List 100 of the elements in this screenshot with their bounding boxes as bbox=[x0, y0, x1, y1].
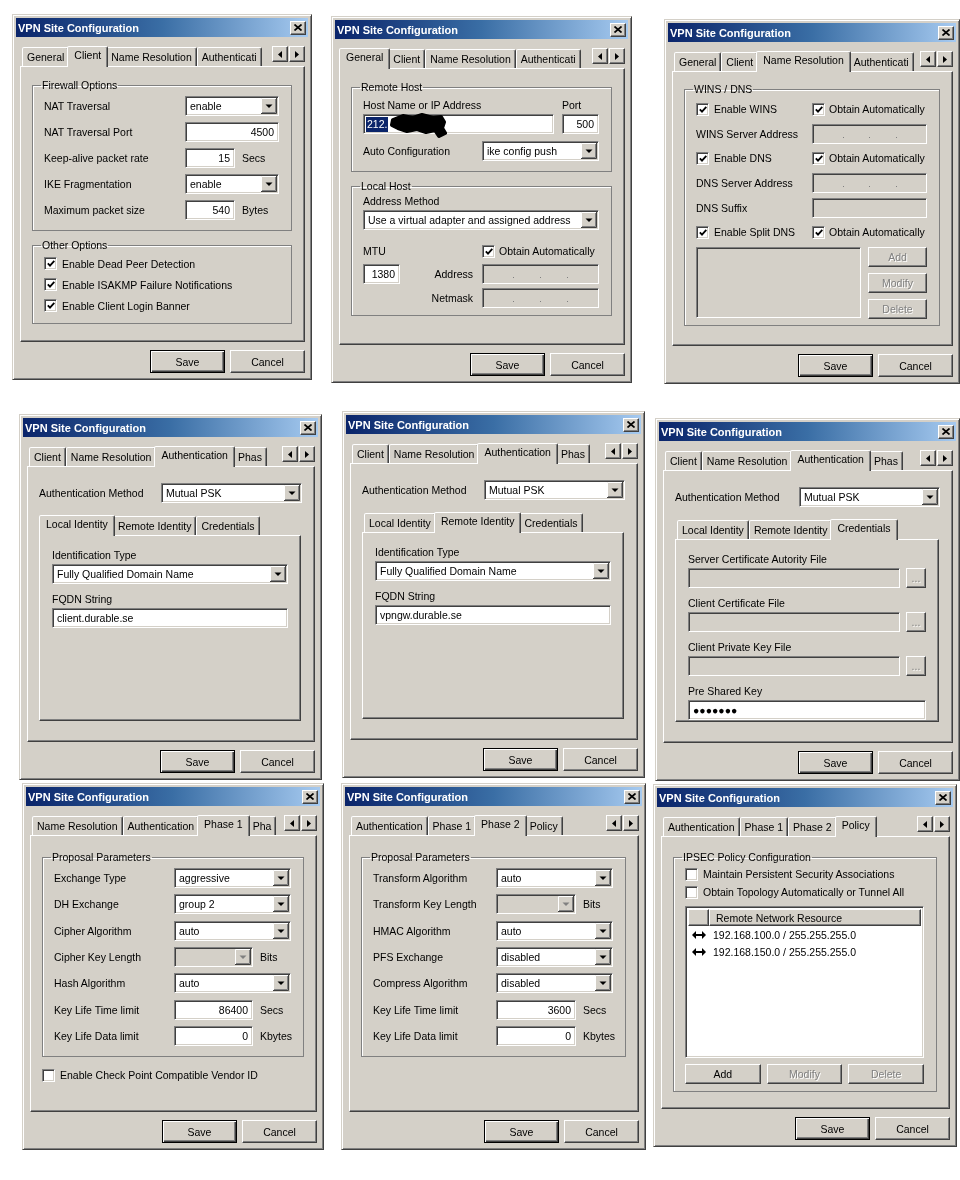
scroll-right-button[interactable] bbox=[622, 443, 638, 459]
dialog-button[interactable]: Cancel bbox=[878, 751, 953, 774]
tab[interactable]: Authenticati bbox=[196, 47, 262, 66]
tab[interactable]: Credentials bbox=[519, 513, 583, 532]
dropdown[interactable]: Fully Qualified Domain Name bbox=[52, 564, 288, 584]
close-button[interactable] bbox=[300, 420, 316, 435]
tab[interactable]: Name Resolution bbox=[32, 816, 123, 835]
text-field[interactable]: 1380 bbox=[363, 264, 400, 284]
checkbox[interactable] bbox=[696, 102, 709, 116]
scroll-right-button[interactable] bbox=[934, 816, 950, 832]
dropdown[interactable]: Mutual PSK bbox=[799, 487, 940, 507]
tab[interactable]: Client bbox=[721, 52, 759, 71]
dialog-button[interactable]: Cancel bbox=[563, 748, 638, 771]
scroll-left-button[interactable] bbox=[605, 443, 621, 459]
tab[interactable]: Authentication bbox=[122, 816, 200, 835]
dropdown[interactable]: Use a virtual adapter and assigned address bbox=[363, 210, 599, 230]
tab[interactable]: Authentication bbox=[790, 450, 871, 471]
tab[interactable]: Name Resolution bbox=[756, 51, 851, 72]
checkbox[interactable] bbox=[44, 278, 57, 291]
close-button[interactable] bbox=[938, 424, 954, 439]
checkbox[interactable] bbox=[812, 152, 825, 165]
tab[interactable]: Local Identity bbox=[39, 515, 115, 536]
dialog-button[interactable]: Save bbox=[150, 350, 225, 373]
text-field[interactable]: ●●●●●●● bbox=[688, 700, 926, 720]
scroll-left-button[interactable] bbox=[592, 48, 608, 64]
dropdown[interactable]: Mutual PSK bbox=[484, 480, 625, 500]
checkbox[interactable] bbox=[42, 1068, 55, 1082]
checkbox[interactable] bbox=[696, 152, 709, 165]
scroll-left-button[interactable] bbox=[920, 450, 936, 466]
dropdown[interactable]: auto bbox=[496, 920, 613, 941]
tab[interactable]: Name Resolution bbox=[106, 47, 197, 66]
tab[interactable]: Authenticati bbox=[515, 49, 581, 68]
text-field[interactable]: 540 bbox=[185, 200, 235, 220]
scroll-left-button[interactable] bbox=[272, 46, 288, 62]
tab[interactable]: Authentication bbox=[351, 816, 428, 835]
dialog-button[interactable]: Save bbox=[798, 354, 873, 377]
list-action-button[interactable]: Add bbox=[685, 1064, 761, 1084]
close-button[interactable] bbox=[938, 25, 954, 40]
dialog-button[interactable]: Cancel bbox=[875, 1117, 950, 1140]
list-item[interactable]: 192.168.150.0 / 255.255.255.0 bbox=[713, 945, 857, 958]
scroll-left-button[interactable] bbox=[282, 446, 298, 462]
text-field[interactable]: 86400 bbox=[174, 999, 253, 1020]
close-button[interactable] bbox=[610, 22, 626, 37]
tab[interactable]: Name Resolution bbox=[388, 444, 480, 463]
dialog-button[interactable]: Cancel bbox=[242, 1120, 317, 1143]
tab[interactable]: Policy bbox=[834, 816, 877, 837]
checkbox[interactable] bbox=[685, 885, 698, 899]
dropdown[interactable]: auto bbox=[174, 973, 291, 994]
close-button[interactable] bbox=[623, 417, 639, 432]
checkbox[interactable] bbox=[44, 299, 57, 312]
tab[interactable]: General bbox=[674, 52, 722, 71]
checkbox[interactable] bbox=[685, 867, 698, 881]
scroll-right-button[interactable] bbox=[623, 815, 639, 831]
tab[interactable]: Authentication bbox=[663, 817, 740, 836]
text-field[interactable]: client.durable.se bbox=[52, 608, 288, 628]
tab[interactable]: Client bbox=[665, 451, 702, 470]
tab[interactable]: Client bbox=[29, 447, 66, 466]
dropdown[interactable]: auto bbox=[174, 920, 291, 941]
dropdown[interactable]: disabled bbox=[496, 973, 613, 994]
tab[interactable]: Phase 1 bbox=[427, 816, 477, 835]
dialog-button[interactable]: Cancel bbox=[240, 750, 315, 773]
tab[interactable]: Client bbox=[67, 46, 109, 67]
dropdown[interactable]: disabled bbox=[496, 947, 613, 968]
dialog-button[interactable]: Cancel bbox=[878, 354, 953, 377]
dialog-button[interactable]: Cancel bbox=[230, 350, 305, 373]
dropdown[interactable]: aggressive bbox=[174, 868, 291, 889]
close-button[interactable] bbox=[302, 789, 318, 804]
close-button[interactable] bbox=[935, 790, 951, 805]
tab[interactable]: Phase 2 bbox=[474, 815, 527, 836]
tab[interactable]: Phase 2 bbox=[788, 817, 837, 836]
tab[interactable]: Client bbox=[352, 444, 389, 463]
text-field[interactable]: vpngw.durable.se bbox=[375, 605, 611, 625]
scroll-right-button[interactable] bbox=[937, 450, 953, 466]
scroll-right-button[interactable] bbox=[937, 51, 953, 67]
text-field[interactable]: 500 bbox=[562, 114, 599, 134]
checkbox[interactable] bbox=[812, 102, 825, 116]
close-button[interactable] bbox=[624, 789, 640, 804]
column-header[interactable]: Remote Network Resource bbox=[709, 909, 921, 926]
tab[interactable]: Remote Identity bbox=[748, 520, 833, 539]
dropdown[interactable]: ike config push bbox=[482, 141, 599, 161]
text-field[interactable]: 0 bbox=[496, 1025, 576, 1046]
dialog-button[interactable]: Save bbox=[160, 750, 235, 773]
dropdown[interactable]: Fully Qualified Domain Name bbox=[375, 561, 611, 581]
tab[interactable]: Remote Identity bbox=[112, 516, 197, 535]
dropdown[interactable]: auto bbox=[496, 868, 613, 889]
tab[interactable]: General bbox=[22, 47, 70, 66]
tab[interactable]: Local Identity bbox=[364, 513, 436, 532]
tab[interactable]: Local Identity bbox=[677, 520, 749, 539]
tab[interactable]: Phase 1 bbox=[197, 815, 250, 836]
tab[interactable]: Credentials bbox=[830, 519, 898, 540]
dialog-button[interactable]: Cancel bbox=[564, 1120, 639, 1143]
tab[interactable]: General bbox=[339, 48, 391, 69]
dialog-button[interactable]: Cancel bbox=[550, 353, 625, 376]
dialog-button[interactable]: Save bbox=[470, 353, 545, 376]
dropdown[interactable]: group 2 bbox=[174, 894, 291, 915]
dropdown[interactable]: Mutual PSK bbox=[161, 483, 302, 503]
dialog-button[interactable]: Save bbox=[483, 748, 558, 771]
close-button[interactable] bbox=[290, 20, 306, 35]
scroll-left-button[interactable] bbox=[606, 815, 622, 831]
dropdown[interactable]: enable bbox=[185, 96, 279, 116]
